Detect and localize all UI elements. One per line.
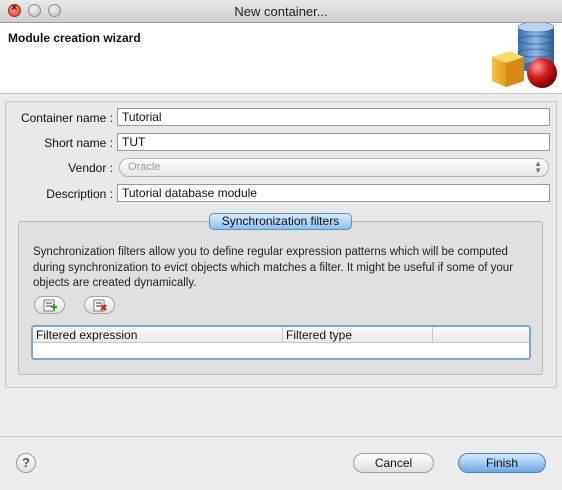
container-name-field[interactable] [117, 108, 550, 126]
select-arrows-icon: ▲ ▼ [534, 159, 542, 175]
window-title: New container... [234, 4, 328, 19]
short-name-label: Short name : [44, 136, 113, 150]
add-filter-icon [43, 299, 57, 312]
remove-filter-button[interactable] [84, 296, 115, 314]
footer-separator [0, 436, 562, 437]
vendor-select[interactable]: Oracle ▲ ▼ [119, 158, 549, 177]
column-filtered-expression[interactable]: Filtered expression [33, 327, 283, 343]
filters-table[interactable]: Filtered expression Filtered type [31, 325, 531, 360]
column-extra [433, 327, 529, 343]
column-filtered-type[interactable]: Filtered type [283, 327, 433, 343]
vendor-select-value: Oracle [128, 161, 161, 173]
sync-filters-description: Synchronization filters allow you to def… [33, 246, 514, 289]
cancel-button[interactable]: Cancel [353, 453, 434, 473]
wizard-title: Module creation wizard [8, 31, 141, 45]
help-button[interactable]: ? [16, 453, 36, 473]
add-filter-button[interactable] [34, 296, 65, 314]
database-cube-icon [492, 23, 557, 88]
finish-button[interactable]: Finish [458, 453, 546, 473]
title-bar: New container... [0, 0, 562, 23]
container-name-label: Container name : [20, 111, 113, 125]
vendor-label: Vendor : [68, 161, 113, 175]
sync-filters-title: Synchronization filters [209, 213, 352, 230]
description-label: Description : [46, 187, 113, 201]
remove-filter-icon [93, 299, 107, 312]
short-name-field[interactable] [117, 133, 550, 151]
wizard-header: Module creation wizard [0, 23, 562, 94]
description-field[interactable] [117, 184, 550, 202]
